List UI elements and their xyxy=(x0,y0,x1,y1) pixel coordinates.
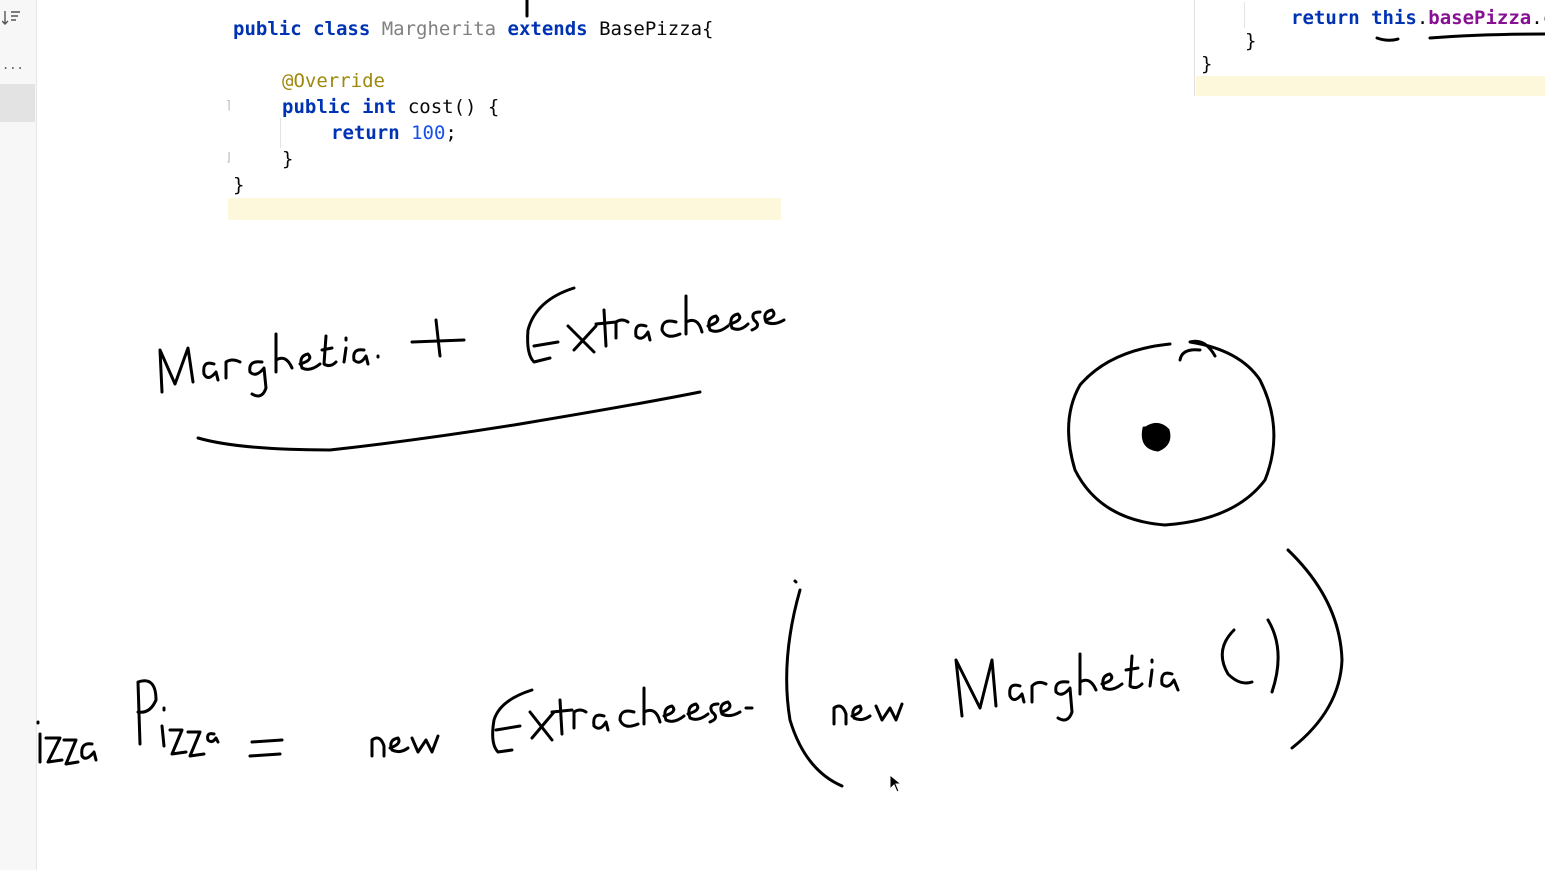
ink-underline xyxy=(1375,36,1400,42)
handwriting-layer xyxy=(36,0,1545,788)
handwriting-close-paren xyxy=(1286,548,1344,750)
ink-pizza-circle xyxy=(1067,339,1276,527)
ink-dot xyxy=(793,579,798,584)
mouse-cursor-icon xyxy=(889,773,903,798)
ink-pizza-dot xyxy=(1141,423,1171,452)
handwriting-extracheese-top xyxy=(526,286,786,364)
ink-underline xyxy=(1428,32,1545,40)
handwriting-new-extracheese xyxy=(370,686,754,758)
handwriting-plus xyxy=(410,318,466,358)
ink-underline-long xyxy=(196,390,702,452)
handwriting-open-paren xyxy=(785,588,844,788)
handwriting-pizza-declaration xyxy=(36,679,284,766)
handwriting-marghetia-top xyxy=(158,332,380,398)
handwriting-new-marghetia xyxy=(832,618,1280,726)
